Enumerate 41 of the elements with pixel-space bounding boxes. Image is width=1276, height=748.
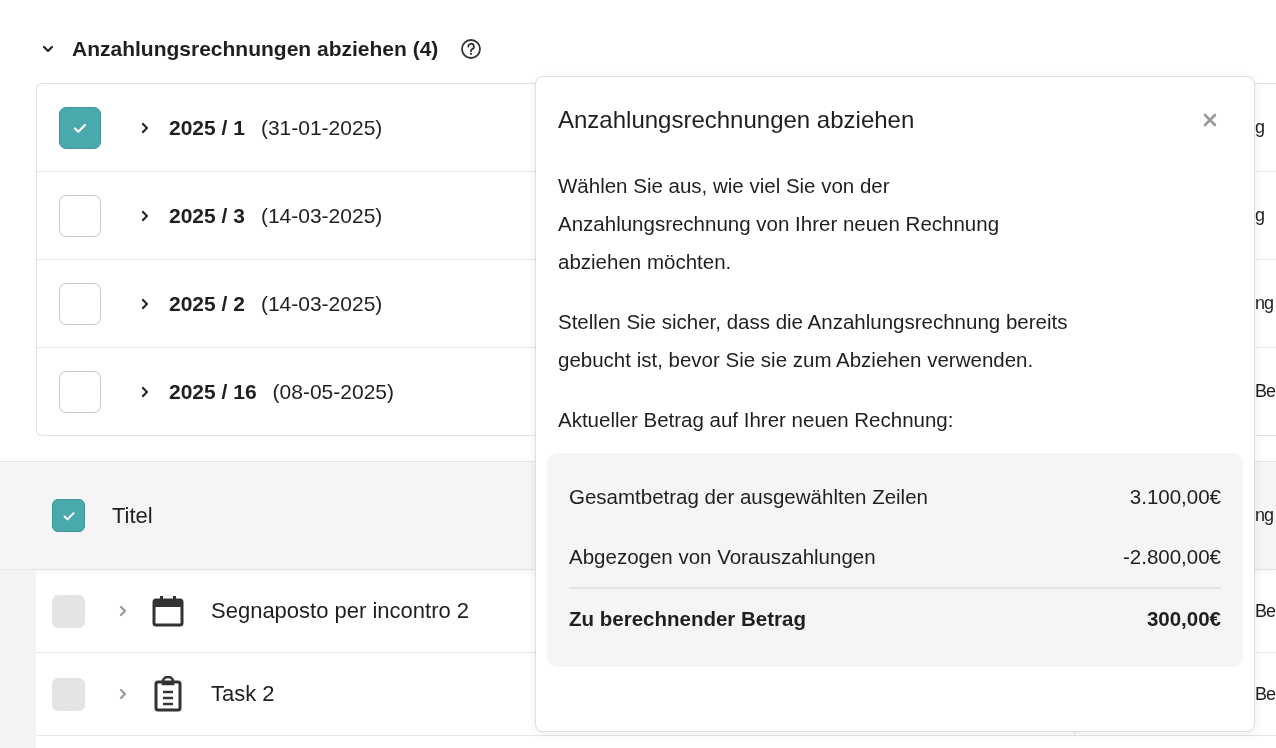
chevron-icon[interactable]: [139, 208, 151, 223]
invoice-number: 2025 / 3: [169, 203, 245, 228]
help-icon[interactable]: [460, 38, 483, 60]
invoice-number: 2025 / 16: [169, 379, 257, 404]
total-label: Zu berechnender Betrag: [569, 607, 806, 631]
calendar-icon: [151, 594, 185, 628]
checkbox[interactable]: [59, 194, 101, 237]
checkbox[interactable]: [59, 106, 101, 149]
column-header[interactable]: ng: [1255, 505, 1276, 526]
table-cell: Be: [1255, 600, 1276, 622]
popover-title: Anzahlungsrechnungen abziehen: [558, 106, 915, 134]
invoice-number: 2025 / 1: [169, 115, 245, 140]
table-cell-text: ng: [1255, 293, 1275, 314]
row-title: Task 2: [211, 681, 275, 707]
invoice-date: (08-05-2025): [272, 379, 394, 404]
invoice-date: (14-03-2025): [260, 291, 383, 316]
checkbox[interactable]: [59, 370, 101, 413]
checkbox[interactable]: [59, 282, 101, 325]
row-title: Segnaposto per incontro 2: [211, 598, 470, 624]
summary-label: Gesamtbetrag der ausgewählten Zeilen: [569, 485, 928, 509]
help-text: Stellen Sie sicher, dass die Anzahlungsrechnung bereits gebucht ist, bevor Sie sie zum Abziehen verwenden.: [558, 309, 1069, 373]
close-icon[interactable]: [1203, 113, 1217, 127]
chevron-icon[interactable]: [139, 384, 151, 399]
total-value: 300,00€: [1146, 607, 1221, 631]
checkbox[interactable]: [52, 499, 85, 532]
chevron-icon[interactable]: [139, 296, 151, 311]
help-text: Wählen Sie aus, wie viel Sie von der Anzahlungsrechnung von Ihrer neuen Rechnung abziehen möchten.: [558, 173, 1001, 275]
table-cell: Be: [1255, 683, 1276, 705]
table-cell: Be: [1255, 381, 1276, 402]
column-header[interactable]: Titel: [112, 502, 153, 529]
summary-label: Abgezogen von Vorauszahlungen: [569, 545, 876, 569]
chevron-icon[interactable]: [139, 120, 151, 135]
invoice-date: (14-03-2025): [260, 203, 383, 228]
section-title: Anzahlungsrechnungen abziehen (4): [72, 37, 439, 61]
table-cell-text: g: [1255, 117, 1265, 138]
help-text: Aktueller Betrag auf Ihrer neuen Rechnung:: [558, 407, 955, 433]
invoice-date: (31-01-2025): [260, 115, 383, 140]
summary-value: -2.800,00€: [1122, 545, 1221, 569]
table-cell-text: g: [1255, 205, 1265, 226]
summary-value: 3.100,00€: [1129, 485, 1221, 509]
invoice-number: 2025 / 2: [169, 291, 245, 316]
